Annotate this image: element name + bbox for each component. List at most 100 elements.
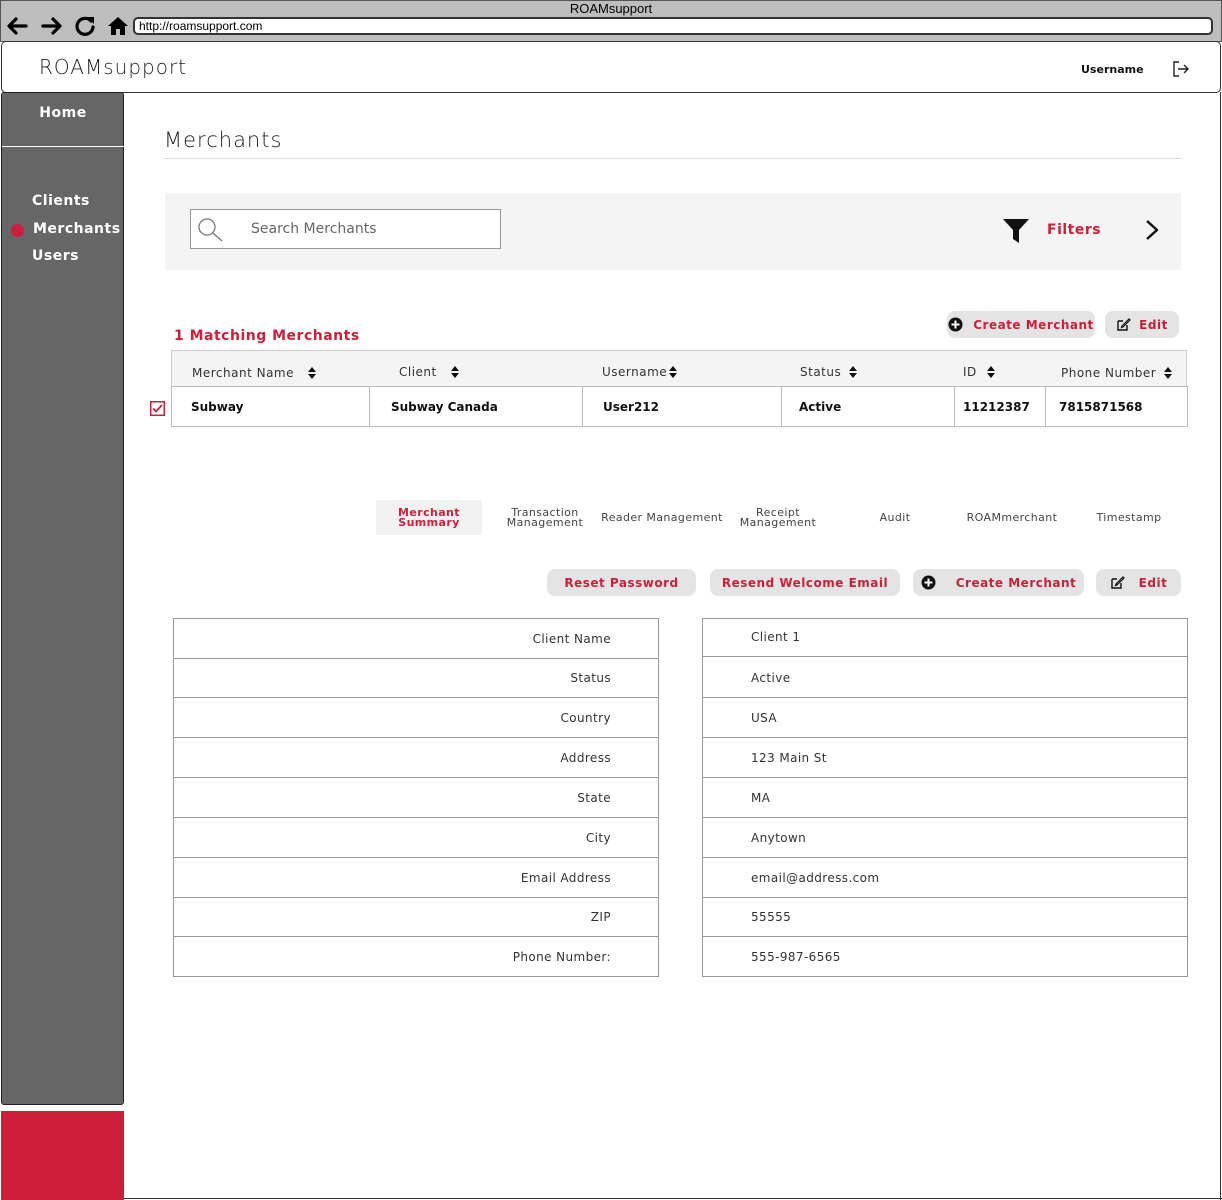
browser-title: ROAMsupport bbox=[569, 1, 653, 16]
filters-button[interactable]: Filters bbox=[1047, 222, 1101, 238]
search-box[interactable] bbox=[190, 209, 501, 249]
tab-reader-management[interactable]: Reader Management bbox=[600, 509, 724, 526]
logout-button[interactable] bbox=[1171, 59, 1191, 79]
active-indicator-dot bbox=[11, 224, 24, 237]
search-panel: Filters bbox=[165, 193, 1181, 270]
sort-icon bbox=[986, 366, 995, 378]
sidebar-item-home[interactable]: Home bbox=[2, 93, 124, 147]
merchant-details-labels: Client Name Status Country Address State… bbox=[173, 618, 659, 977]
reset-password-label: Reset Password bbox=[564, 575, 679, 590]
column-header-phone-number[interactable]: Phone Number bbox=[1061, 366, 1173, 380]
arrow-left-icon bbox=[7, 17, 28, 35]
frame-border-bottom bbox=[124, 1198, 1222, 1199]
detail-label-state: State bbox=[174, 778, 658, 818]
cell-client: Subway Canada bbox=[370, 387, 583, 426]
cell-merchant-name: Subway bbox=[172, 387, 370, 426]
detail-value-zip: 55555 bbox=[703, 897, 1187, 937]
edit-button-top[interactable]: Edit bbox=[1105, 311, 1179, 338]
plus-circle-icon bbox=[948, 317, 963, 332]
browser-window-chrome: ROAMsupport http://roamsupport.com bbox=[0, 0, 1222, 42]
create-merchant-label: Create Merchant bbox=[973, 317, 1094, 332]
reset-password-button[interactable]: Reset Password bbox=[547, 569, 696, 596]
detail-value-city: Anytown bbox=[703, 818, 1187, 858]
search-input[interactable] bbox=[251, 219, 491, 239]
detail-label-client-name: Client Name bbox=[174, 619, 658, 659]
sidebar-item-clients[interactable]: Clients bbox=[32, 193, 90, 209]
tab-transaction-management[interactable]: Transaction Management bbox=[500, 505, 590, 531]
app-header: ROAMsupport Username bbox=[1, 41, 1221, 93]
create-merchant-label: Create Merchant bbox=[955, 575, 1077, 590]
checkbox-checked-icon[interactable] bbox=[150, 401, 165, 416]
back-button[interactable] bbox=[5, 14, 29, 38]
column-header-username[interactable]: Username bbox=[602, 365, 678, 379]
brand-logo-text: ROAMsupport bbox=[39, 55, 188, 79]
sort-icon bbox=[849, 366, 858, 378]
cell-status: Active bbox=[782, 387, 955, 426]
url-bar[interactable]: http://roamsupport.com bbox=[133, 17, 1213, 35]
reload-button[interactable] bbox=[73, 14, 97, 38]
home-button[interactable] bbox=[106, 14, 130, 38]
tab-merchant-summary[interactable]: Merchant Summary bbox=[376, 500, 482, 535]
sort-icon bbox=[308, 367, 316, 379]
edit-label: Edit bbox=[1139, 317, 1168, 332]
detail-label-zip: ZIP bbox=[174, 897, 658, 937]
resend-welcome-email-label: Resend Welcome Email bbox=[721, 575, 889, 590]
detail-label-address: Address bbox=[174, 738, 658, 778]
matching-count-label: 1 Matching Merchants bbox=[174, 328, 360, 344]
reload-icon bbox=[75, 16, 95, 36]
sort-icon bbox=[450, 366, 459, 378]
arrow-right-icon bbox=[41, 17, 62, 35]
logout-icon bbox=[1173, 61, 1189, 77]
detail-value-country: USA bbox=[703, 698, 1187, 738]
detail-value-client-name: Client 1 bbox=[703, 617, 1187, 657]
create-merchant-button-top[interactable]: Create Merchant bbox=[947, 311, 1095, 338]
sidebar: Home Clients Merchants Users bbox=[1, 92, 124, 1105]
filter-icon[interactable] bbox=[1003, 218, 1029, 244]
cell-phone-number: 7815871568 bbox=[1059, 399, 1143, 414]
table-row[interactable]: Subway Subway Canada User212 Active 1121… bbox=[171, 386, 1188, 427]
edit-icon bbox=[1110, 576, 1125, 589]
frame-border-right bbox=[1220, 92, 1221, 1200]
cell-id: 11212387 bbox=[955, 387, 1046, 426]
detail-value-phone-number: 555-987-6565 bbox=[751, 950, 841, 964]
detail-value-state: MA bbox=[703, 778, 1187, 818]
forward-button[interactable] bbox=[40, 14, 64, 38]
resend-welcome-email-button[interactable]: Resend Welcome Email bbox=[710, 569, 900, 596]
chevron-right-icon[interactable] bbox=[1144, 219, 1160, 241]
tab-receipt-management[interactable]: Receipt Management bbox=[738, 505, 818, 531]
column-header-client[interactable]: Client bbox=[399, 365, 459, 379]
edit-icon bbox=[1117, 318, 1132, 331]
plus-circle-icon bbox=[921, 575, 936, 590]
username-label[interactable]: Username bbox=[1081, 63, 1144, 76]
sort-icon bbox=[1164, 367, 1173, 379]
merchants-table: Merchant Name Client Username Status ID … bbox=[171, 350, 1188, 427]
edit-button[interactable]: Edit bbox=[1096, 569, 1181, 596]
detail-label-phone-number: Phone Number: bbox=[512, 950, 611, 964]
detail-label-city: City bbox=[174, 818, 658, 858]
detail-label-status: Status bbox=[174, 658, 658, 698]
sort-icon bbox=[669, 366, 678, 378]
home-icon bbox=[108, 17, 128, 35]
column-header-id[interactable]: ID bbox=[963, 365, 995, 379]
sidebar-item-users[interactable]: Users bbox=[32, 248, 79, 264]
search-icon bbox=[198, 218, 223, 242]
detail-value-status: Active bbox=[703, 658, 1187, 698]
tab-timestamp[interactable]: Timestamp bbox=[1092, 509, 1166, 526]
create-merchant-button[interactable]: Create Merchant bbox=[913, 569, 1084, 596]
page-title: Merchants bbox=[164, 128, 283, 152]
column-header-merchant-name[interactable]: Merchant Name bbox=[192, 366, 316, 380]
table-header: Merchant Name Client Username Status ID … bbox=[171, 350, 1187, 387]
edit-label: Edit bbox=[1138, 575, 1168, 590]
detail-value-email-address: email@address.com bbox=[703, 858, 1187, 898]
tab-audit[interactable]: Audit bbox=[870, 509, 920, 526]
tab-roammerchant[interactable]: ROAMmerchant bbox=[962, 509, 1062, 526]
detail-label-email-address: Email Address bbox=[174, 858, 658, 898]
merchant-details-values: Client 1 Active USA 123 Main St MA Anyto… bbox=[702, 618, 1188, 977]
column-header-status[interactable]: Status bbox=[800, 365, 858, 379]
sidebar-item-merchants[interactable]: Merchants bbox=[33, 221, 121, 237]
cell-username: User212 bbox=[583, 387, 782, 426]
detail-label-country: Country bbox=[174, 698, 658, 738]
detail-value-address: 123 Main St bbox=[703, 738, 1187, 778]
sidebar-footer-block bbox=[1, 1111, 124, 1200]
title-divider bbox=[164, 158, 1181, 159]
